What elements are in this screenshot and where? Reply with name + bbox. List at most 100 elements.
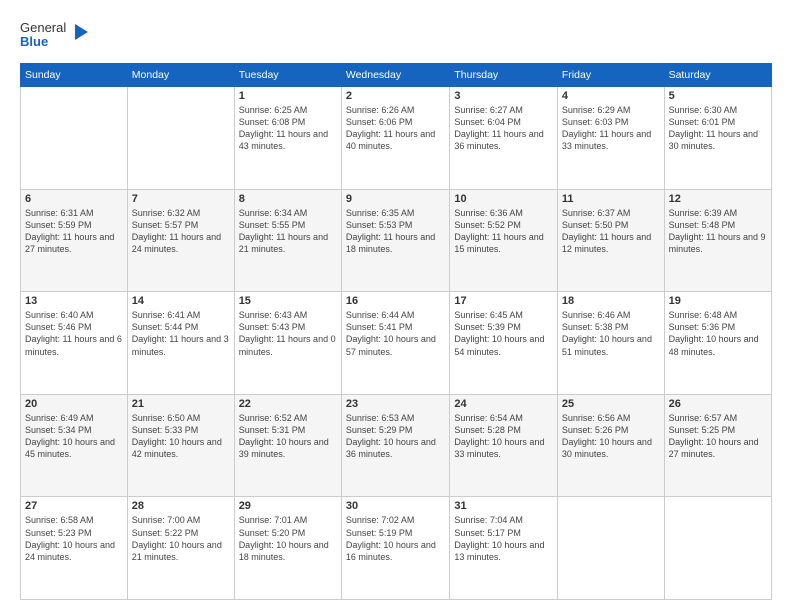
day-cell: 23 Sunrise: 6:53 AM Sunset: 5:29 PM Dayli… — [341, 394, 450, 497]
day-cell: 5 Sunrise: 6:30 AM Sunset: 6:01 PM Daylig… — [664, 87, 771, 190]
day-number: 11 — [562, 193, 660, 205]
day-number: 28 — [132, 500, 230, 512]
day-detail: Sunrise: 6:32 AM Sunset: 5:57 PM Dayligh… — [132, 207, 230, 256]
day-cell: 27Sunrise: 6:58 AM Sunset: 5:23 PM Dayli… — [21, 497, 128, 600]
day-number: 26 — [669, 398, 767, 410]
day-cell: 29Sunrise: 7:01 AM Sunset: 5:20 PM Dayli… — [234, 497, 341, 600]
day-cell: 14 Sunrise: 6:41 AM Sunset: 5:44 PM Dayli… — [127, 292, 234, 395]
day-cell — [557, 497, 664, 600]
calendar-header-row: SundayMondayTuesdayWednesdayThursdayFrid… — [21, 64, 772, 87]
day-number: 4 — [562, 90, 660, 102]
day-number: 18 — [562, 295, 660, 307]
day-detail: Sunrise: 6:49 AM Sunset: 5:34 PM Dayligh… — [25, 412, 123, 461]
day-number: 2 — [346, 90, 446, 102]
day-detail: Sunrise: 6:50 AM Sunset: 5:33 PM Dayligh… — [132, 412, 230, 461]
day-cell — [664, 497, 771, 600]
day-detail: Sunrise: 6:52 AM Sunset: 5:31 PM Dayligh… — [239, 412, 337, 461]
week-row-1: 1 Sunrise: 6:25 AM Sunset: 6:08 PM Daylig… — [21, 87, 772, 190]
day-number: 8 — [239, 193, 337, 205]
day-detail: Sunrise: 6:25 AM Sunset: 6:08 PM Dayligh… — [239, 104, 337, 153]
day-detail: Sunrise: 7:02 AM Sunset: 5:19 PM Dayligh… — [346, 514, 446, 563]
week-row-3: 13 Sunrise: 6:40 AM Sunset: 5:46 PM Dayli… — [21, 292, 772, 395]
day-detail: Sunrise: 6:37 AM Sunset: 5:50 PM Dayligh… — [562, 207, 660, 256]
day-number: 30 — [346, 500, 446, 512]
day-detail: Sunrise: 6:36 AM Sunset: 5:52 PM Dayligh… — [454, 207, 553, 256]
day-cell: 12 Sunrise: 6:39 AM Sunset: 5:48 PM Dayli… — [664, 189, 771, 292]
week-row-5: 27Sunrise: 6:58 AM Sunset: 5:23 PM Dayli… — [21, 497, 772, 600]
day-number: 13 — [25, 295, 123, 307]
day-number: 16 — [346, 295, 446, 307]
col-header-thursday: Thursday — [450, 64, 558, 87]
day-cell: 18Sunrise: 6:46 AM Sunset: 5:38 PM Dayli… — [557, 292, 664, 395]
day-detail: Sunrise: 6:27 AM Sunset: 6:04 PM Dayligh… — [454, 104, 553, 153]
day-number: 20 — [25, 398, 123, 410]
day-cell: 17 Sunrise: 6:45 AM Sunset: 5:39 PM Dayli… — [450, 292, 558, 395]
col-header-tuesday: Tuesday — [234, 64, 341, 87]
day-number: 21 — [132, 398, 230, 410]
day-cell: 13 Sunrise: 6:40 AM Sunset: 5:46 PM Dayli… — [21, 292, 128, 395]
day-cell: 28Sunrise: 7:00 AM Sunset: 5:22 PM Dayli… — [127, 497, 234, 600]
day-cell: 26 Sunrise: 6:57 AM Sunset: 5:25 PM Dayli… — [664, 394, 771, 497]
day-cell: 3 Sunrise: 6:27 AM Sunset: 6:04 PM Daylig… — [450, 87, 558, 190]
calendar-table: SundayMondayTuesdayWednesdayThursdayFrid… — [20, 63, 772, 600]
day-cell: 1 Sunrise: 6:25 AM Sunset: 6:08 PM Daylig… — [234, 87, 341, 190]
day-cell: 10Sunrise: 6:36 AM Sunset: 5:52 PM Dayli… — [450, 189, 558, 292]
day-number: 22 — [239, 398, 337, 410]
day-cell: 22 Sunrise: 6:52 AM Sunset: 5:31 PM Dayli… — [234, 394, 341, 497]
col-header-friday: Friday — [557, 64, 664, 87]
day-detail: Sunrise: 6:41 AM Sunset: 5:44 PM Dayligh… — [132, 309, 230, 358]
day-cell — [21, 87, 128, 190]
day-cell: 19 Sunrise: 6:48 AM Sunset: 5:36 PM Dayli… — [664, 292, 771, 395]
week-row-4: 20 Sunrise: 6:49 AM Sunset: 5:34 PM Dayli… — [21, 394, 772, 497]
day-cell: 7 Sunrise: 6:32 AM Sunset: 5:57 PM Daylig… — [127, 189, 234, 292]
day-number: 27 — [25, 500, 123, 512]
day-number: 7 — [132, 193, 230, 205]
day-number: 31 — [454, 500, 553, 512]
day-number: 1 — [239, 90, 337, 102]
day-cell: 6Sunrise: 6:31 AM Sunset: 5:59 PM Daylig… — [21, 189, 128, 292]
day-cell: 16 Sunrise: 6:44 AM Sunset: 5:41 PM Dayli… — [341, 292, 450, 395]
col-header-wednesday: Wednesday — [341, 64, 450, 87]
svg-text:General: General — [20, 20, 66, 35]
day-detail: Sunrise: 7:04 AM Sunset: 5:17 PM Dayligh… — [454, 514, 553, 563]
day-detail: Sunrise: 6:56 AM Sunset: 5:26 PM Dayligh… — [562, 412, 660, 461]
col-header-monday: Monday — [127, 64, 234, 87]
day-cell: 11 Sunrise: 6:37 AM Sunset: 5:50 PM Dayli… — [557, 189, 664, 292]
day-detail: Sunrise: 7:01 AM Sunset: 5:20 PM Dayligh… — [239, 514, 337, 563]
col-header-sunday: Sunday — [21, 64, 128, 87]
day-cell: 31 Sunrise: 7:04 AM Sunset: 5:17 PM Dayli… — [450, 497, 558, 600]
col-header-saturday: Saturday — [664, 64, 771, 87]
day-cell: 8 Sunrise: 6:34 AM Sunset: 5:55 PM Daylig… — [234, 189, 341, 292]
day-cell: 25Sunrise: 6:56 AM Sunset: 5:26 PM Dayli… — [557, 394, 664, 497]
day-detail: Sunrise: 6:48 AM Sunset: 5:36 PM Dayligh… — [669, 309, 767, 358]
day-number: 14 — [132, 295, 230, 307]
day-detail: Sunrise: 6:44 AM Sunset: 5:41 PM Dayligh… — [346, 309, 446, 358]
day-detail: Sunrise: 6:34 AM Sunset: 5:55 PM Dayligh… — [239, 207, 337, 256]
week-row-2: 6Sunrise: 6:31 AM Sunset: 5:59 PM Daylig… — [21, 189, 772, 292]
day-detail: Sunrise: 6:45 AM Sunset: 5:39 PM Dayligh… — [454, 309, 553, 358]
day-cell: 20 Sunrise: 6:49 AM Sunset: 5:34 PM Dayli… — [21, 394, 128, 497]
logo-icon: GeneralBlue — [20, 18, 90, 53]
day-number: 12 — [669, 193, 767, 205]
logo: GeneralBlue — [20, 18, 90, 53]
day-detail: Sunrise: 6:57 AM Sunset: 5:25 PM Dayligh… — [669, 412, 767, 461]
day-detail: Sunrise: 6:30 AM Sunset: 6:01 PM Dayligh… — [669, 104, 767, 153]
day-detail: Sunrise: 6:40 AM Sunset: 5:46 PM Dayligh… — [25, 309, 123, 358]
day-number: 17 — [454, 295, 553, 307]
day-detail: Sunrise: 6:31 AM Sunset: 5:59 PM Dayligh… — [25, 207, 123, 256]
day-detail: Sunrise: 6:35 AM Sunset: 5:53 PM Dayligh… — [346, 207, 446, 256]
day-number: 23 — [346, 398, 446, 410]
day-detail: Sunrise: 6:39 AM Sunset: 5:48 PM Dayligh… — [669, 207, 767, 256]
day-cell: 4 Sunrise: 6:29 AM Sunset: 6:03 PM Daylig… — [557, 87, 664, 190]
day-cell: 21 Sunrise: 6:50 AM Sunset: 5:33 PM Dayli… — [127, 394, 234, 497]
day-number: 5 — [669, 90, 767, 102]
day-cell: 24Sunrise: 6:54 AM Sunset: 5:28 PM Dayli… — [450, 394, 558, 497]
day-detail: Sunrise: 6:53 AM Sunset: 5:29 PM Dayligh… — [346, 412, 446, 461]
header: GeneralBlue — [20, 18, 772, 53]
day-detail: Sunrise: 6:29 AM Sunset: 6:03 PM Dayligh… — [562, 104, 660, 153]
day-number: 3 — [454, 90, 553, 102]
day-number: 19 — [669, 295, 767, 307]
svg-text:Blue: Blue — [20, 34, 48, 49]
day-cell — [127, 87, 234, 190]
page: GeneralBlue SundayMondayTuesdayWednesday… — [0, 0, 792, 612]
